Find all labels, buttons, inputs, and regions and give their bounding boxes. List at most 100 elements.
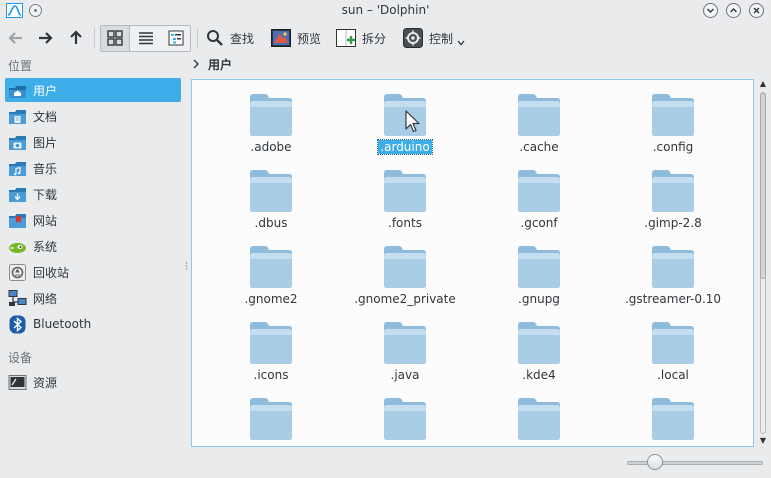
sidebar-item-label: 网站 (33, 213, 58, 228)
title-bar: sun – 'Dolphin' (0, 0, 771, 22)
folder-icon (518, 246, 560, 288)
icons-view-button[interactable] (101, 26, 130, 51)
view-mode-group (100, 25, 191, 52)
file-item[interactable]: .java (338, 319, 472, 382)
sidebar-item-website[interactable]: 网站 (5, 208, 181, 232)
preview-button[interactable]: 预览 (271, 27, 321, 49)
folder-icon (250, 170, 292, 212)
music-icon (9, 161, 26, 176)
scrollbar-thumb[interactable] (760, 93, 766, 279)
sidebar-item-label: 系统 (33, 239, 58, 254)
file-item-label: .kde4 (522, 368, 556, 382)
file-item-label: .arduino (377, 139, 433, 155)
folder-icon (250, 246, 292, 288)
main-toolbar: 查找 预览 拆分 控制 (0, 22, 771, 54)
file-item-label: .gnupg (518, 292, 560, 306)
sidebar-item-bluetooth[interactable]: Bluetooth (5, 312, 181, 336)
file-view[interactable]: .adobe .arduino .cache .config .dbus .fonts .g… (191, 79, 754, 447)
details-view-button[interactable] (161, 26, 190, 51)
split-view-icon (336, 29, 356, 47)
trash-icon (9, 263, 26, 281)
file-item-label: .icons (253, 368, 289, 382)
sidebar-item-home[interactable]: 用户 (5, 78, 181, 102)
file-item[interactable]: .kde4 (472, 319, 606, 382)
file-item[interactable]: .local (606, 319, 740, 382)
chevron-right-icon[interactable] (192, 59, 200, 69)
folder-icon (518, 94, 560, 136)
vertical-scrollbar[interactable]: ▲ ▼ (757, 79, 769, 447)
toolbar-separator (94, 28, 95, 48)
zoom-slider-handle[interactable] (647, 454, 663, 470)
sidebar-item-music[interactable]: 音乐 (5, 156, 181, 180)
folder-icon (518, 398, 560, 440)
sidebar-item-documents[interactable]: 文档 (5, 104, 181, 128)
home-icon (9, 85, 26, 98)
file-item[interactable]: .config (606, 91, 740, 154)
chevron-up-icon (730, 8, 737, 13)
file-item[interactable]: .gnome2 (204, 243, 338, 306)
file-item[interactable]: .icons (204, 319, 338, 382)
sidebar-item-pictures[interactable]: 图片 (5, 130, 181, 154)
file-item[interactable]: .gnupg (472, 243, 606, 306)
compact-view-button[interactable] (131, 26, 161, 51)
sidebar-item-trash[interactable]: 回收站 (5, 260, 181, 284)
file-item-label: .local (657, 368, 689, 382)
panel-splitter-handle[interactable] (185, 262, 188, 270)
sidebar-item-drive[interactable]: 资源 (5, 370, 181, 394)
close-button[interactable] (749, 3, 764, 18)
control-menu-button[interactable]: 控制 (403, 27, 465, 49)
folder-icon (384, 170, 426, 212)
website-icon (9, 213, 26, 228)
list-view-icon (139, 32, 153, 45)
file-item[interactable]: .gconf (472, 167, 606, 230)
file-item[interactable]: .gstreamer-0.10 (606, 243, 740, 306)
file-item-label: .gnome2_private (354, 292, 456, 306)
folder-icon (518, 170, 560, 212)
file-item[interactable] (472, 395, 606, 446)
chevron-down-icon (707, 8, 714, 13)
folder-icon (384, 398, 426, 440)
file-item[interactable]: .dbus (204, 167, 338, 230)
file-item-label: .fonts (388, 216, 422, 230)
folder-icon (518, 322, 560, 364)
control-gear-icon (403, 28, 423, 48)
scroll-up-icon[interactable]: ▲ (757, 79, 769, 89)
drive-icon (8, 374, 27, 390)
maximize-button[interactable] (726, 3, 741, 18)
scroll-down-icon[interactable]: ▼ (757, 436, 769, 446)
folder-icon (652, 398, 694, 440)
sidebar-item-label: 资源 (33, 375, 58, 390)
file-item[interactable]: .gimp-2.8 (606, 167, 740, 230)
sidebar-item-label: Bluetooth (33, 317, 92, 331)
breadcrumb-current-folder[interactable]: 用户 (208, 56, 232, 73)
sidebar-item-network[interactable]: 网络 (5, 286, 181, 310)
file-item-label: .cache (519, 140, 559, 154)
find-button[interactable]: 查找 (206, 27, 254, 49)
file-item-label: .java (390, 368, 420, 382)
file-item[interactable] (338, 395, 472, 446)
file-item-label: .gnome2 (244, 292, 298, 306)
file-item[interactable] (606, 395, 740, 446)
forward-arrow-icon[interactable] (35, 28, 55, 48)
minimize-button[interactable] (703, 3, 718, 18)
bluetooth-icon (9, 315, 26, 333)
file-item[interactable]: .adobe (204, 91, 338, 154)
folder-icon (250, 322, 292, 364)
folder-icon (652, 94, 694, 136)
file-item-label: .dbus (254, 216, 288, 230)
file-item-label: .gstreamer-0.10 (624, 292, 722, 306)
breadcrumb: 用户 (192, 55, 232, 73)
back-arrow-icon[interactable] (6, 28, 26, 48)
file-item[interactable] (204, 395, 338, 446)
up-arrow-icon[interactable] (66, 28, 86, 48)
split-button[interactable]: 拆分 (336, 27, 386, 49)
file-item[interactable]: .fonts (338, 167, 472, 230)
sidebar-item-label: 图片 (33, 135, 58, 150)
downloads-icon (9, 187, 26, 202)
sidebar-item-downloads[interactable]: 下载 (5, 182, 181, 206)
sidebar-item-system[interactable]: 系统 (5, 234, 181, 258)
file-item[interactable]: .cache (472, 91, 606, 154)
tree-view-icon (168, 30, 184, 46)
preview-icon (271, 29, 291, 47)
file-item[interactable]: .gnome2_private (338, 243, 472, 306)
